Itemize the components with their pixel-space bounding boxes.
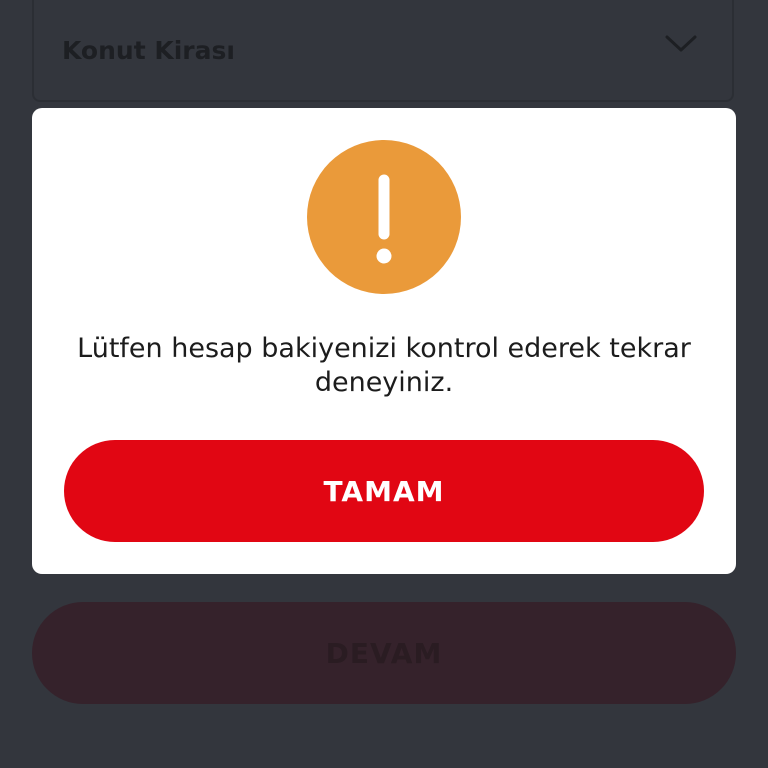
ok-button[interactable]: TAMAM: [64, 440, 704, 542]
payment-type-select[interactable]: Konut Kirası: [32, 0, 734, 102]
warning-exclamation-icon: [307, 140, 461, 294]
screen: Konut Kirası DEVAM Lütfen hesap bakiyeni…: [0, 0, 768, 768]
alert-dialog: Lütfen hesap bakiyenizi kontrol ederek t…: [32, 108, 736, 574]
chevron-down-icon: [664, 34, 698, 54]
dialog-message: Lütfen hesap bakiyenizi kontrol ederek t…: [77, 333, 691, 398]
payment-type-select-value: Konut Kirası: [62, 36, 235, 65]
continue-button[interactable]: DEVAM: [32, 602, 736, 704]
